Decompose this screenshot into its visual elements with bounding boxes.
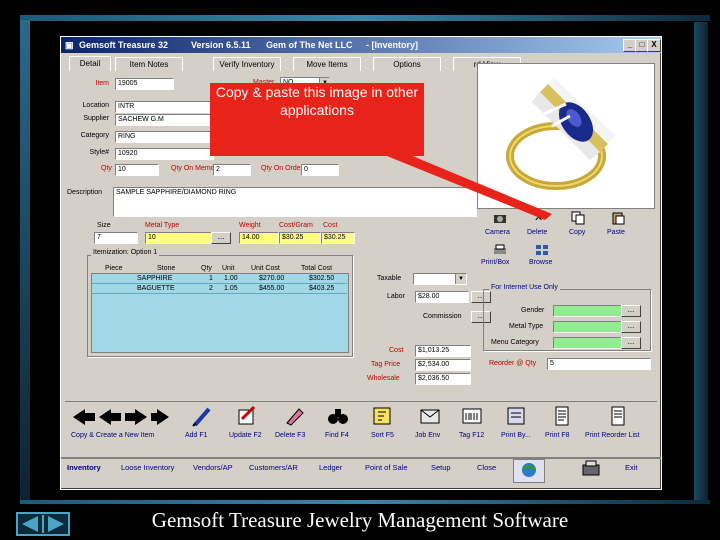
slide-caption: Gemsoft Treasure Jewelry Management Soft…	[151, 508, 569, 532]
callout-arrow	[372, 150, 552, 220]
